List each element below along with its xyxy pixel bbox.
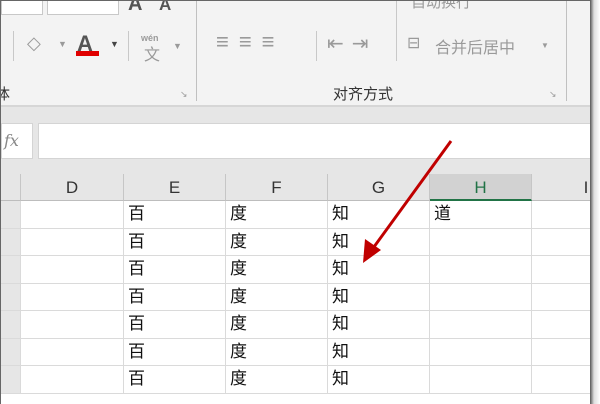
window-shadow — [590, 0, 600, 404]
annotation-arrow — [363, 140, 453, 263]
excel-window: A A ◇ ▼ A ▼ wén 文 ▼ 体 ↘ ≡≡≡ ⇤⇥ 自动换行 ⊟ 合并… — [0, 0, 590, 404]
